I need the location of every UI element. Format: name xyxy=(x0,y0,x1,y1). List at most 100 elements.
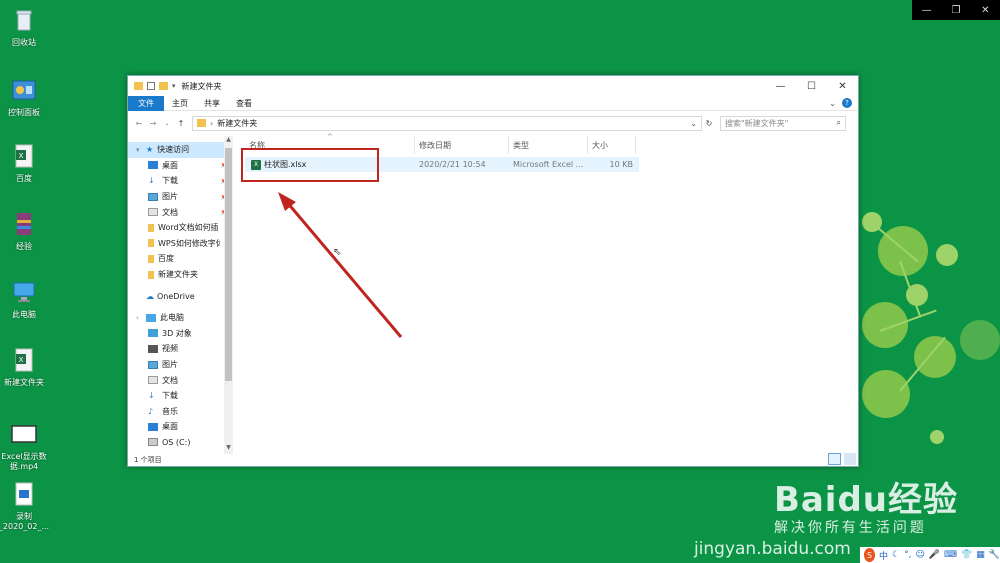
emoji-icon[interactable]: ☺ xyxy=(915,550,924,560)
nav-item-documents[interactable]: 文档 📌 xyxy=(128,204,233,220)
svg-text:X: X xyxy=(19,152,24,160)
nav-this-pc[interactable]: › 此电脑 xyxy=(128,310,233,326)
sogou-icon[interactable]: S xyxy=(864,548,875,562)
folder-icon xyxy=(148,270,154,279)
column-size[interactable]: 大小 xyxy=(588,136,636,154)
desktop-icon-baidu[interactable]: X 百度 xyxy=(0,142,54,184)
nav-scrollbar[interactable]: ▲ ▼ xyxy=(224,136,233,454)
nav-item-pictures[interactable]: 图片 xyxy=(128,357,233,373)
desktop-icon-label: 新建文件夹 xyxy=(4,378,44,387)
scroll-thumb[interactable] xyxy=(225,148,232,381)
properties-icon[interactable] xyxy=(147,82,155,90)
close-icon[interactable]: ✕ xyxy=(971,0,1000,20)
refresh-icon[interactable]: ↻ xyxy=(702,119,716,128)
nav-label: OneDrive xyxy=(157,291,195,301)
excel-file-icon: X xyxy=(11,142,37,170)
tab-share[interactable]: 共享 xyxy=(196,96,228,111)
nav-item-downloads[interactable]: ↓ 下载 xyxy=(128,388,233,404)
desktop-icon-recording[interactable]: 录制_2020_02_... xyxy=(0,480,54,532)
chevron-down-icon[interactable]: ⌄ xyxy=(690,119,697,128)
restore-icon[interactable]: ❐ xyxy=(941,0,970,20)
help-icon[interactable]: ? xyxy=(842,98,852,108)
nav-item-3d-objects[interactable]: 3D 对象 xyxy=(128,326,233,342)
desktop-icon-new-folder[interactable]: X 新建文件夹 xyxy=(0,346,54,388)
scroll-up-icon[interactable]: ▲ xyxy=(224,136,233,146)
new-folder-icon[interactable] xyxy=(159,82,168,90)
folder-icon xyxy=(148,223,154,232)
nav-item-drive-c[interactable]: OS (C:) xyxy=(128,435,233,451)
maximize-button[interactable]: ☐ xyxy=(796,76,827,96)
tab-file[interactable]: 文件 xyxy=(128,95,164,111)
expand-icon[interactable]: › xyxy=(136,314,146,322)
search-icon: ⌕ xyxy=(836,118,841,127)
item-count: 1 个项目 xyxy=(134,456,162,464)
chevron-down-icon[interactable]: ⌄ xyxy=(829,99,836,108)
address-row: ← → ⌄ ↑ › 新建文件夹 ⌄ ↻ 搜索"新建文件夹" ⌕ xyxy=(128,111,858,135)
desktop-icon-this-pc[interactable]: 此电脑 xyxy=(0,278,54,320)
minimize-button[interactable]: — xyxy=(765,76,796,96)
up-arrow-icon[interactable]: ↑ xyxy=(174,119,188,128)
desktop-icon-jingyan[interactable]: 经验 xyxy=(0,210,54,252)
back-arrow-icon[interactable]: ← xyxy=(132,119,146,128)
shirt-icon[interactable]: 👕 xyxy=(961,550,972,560)
tab-view[interactable]: 查看 xyxy=(228,96,260,111)
chevron-down-icon[interactable]: ▾ xyxy=(172,82,176,90)
grid-icon[interactable]: ▦ xyxy=(976,550,985,560)
nav-item-folder[interactable]: 新建文件夹 xyxy=(128,267,233,283)
desktop-icon-mp4[interactable]: Excel显示数据.mp4 xyxy=(0,420,54,472)
moon-icon[interactable]: ☾ xyxy=(892,550,900,560)
wrench-icon[interactable]: 🔧 xyxy=(989,550,1000,560)
nav-item-documents[interactable]: 文档 xyxy=(128,372,233,388)
desktop-icon-label: 此电脑 xyxy=(12,310,36,319)
nav-onedrive[interactable]: ☁ OneDrive xyxy=(128,288,233,304)
address-bar[interactable]: › 新建文件夹 ⌄ xyxy=(192,115,702,131)
keyboard-icon[interactable]: ⌨ xyxy=(944,550,957,560)
desktop-icon-control-panel[interactable]: 控制面板 xyxy=(0,76,54,118)
nav-item-music[interactable]: ♪ 音乐 xyxy=(128,404,233,420)
search-input[interactable]: 搜索"新建文件夹" ⌕ xyxy=(720,115,846,131)
system-tray: S 中 ☾ °, ☺ 🎤 ⌨ 👕 ▦ 🔧 xyxy=(860,547,1000,563)
forward-arrow-icon[interactable]: → xyxy=(146,119,160,128)
ime-mode[interactable]: 中 xyxy=(879,549,888,562)
pictures-icon xyxy=(148,192,158,201)
tab-home[interactable]: 主页 xyxy=(164,96,196,111)
minimize-icon[interactable]: — xyxy=(912,0,941,20)
content-area: ▾ ★ 快速访问 桌面 📌 ↓ 下载 📌 图片 📌 文档 xyxy=(128,133,858,454)
nav-item-videos[interactable]: 视频 xyxy=(128,341,233,357)
nav-quick-access[interactable]: ▾ ★ 快速访问 xyxy=(128,142,233,158)
nav-label: 下载 xyxy=(162,176,178,186)
column-type[interactable]: 类型 xyxy=(509,136,588,154)
desktop-icon-label: Excel显示数据.mp4 xyxy=(1,452,47,471)
nav-label: 视频 xyxy=(162,344,178,354)
nav-label: 桌面 xyxy=(162,422,178,432)
expand-icon[interactable]: ▾ xyxy=(136,146,146,154)
column-modified[interactable]: 修改日期 xyxy=(415,136,509,154)
drive-icon xyxy=(148,438,158,447)
nav-item-folder[interactable]: Word文档如何插 xyxy=(128,220,233,236)
desktop-icon-label: 经验 xyxy=(16,242,32,251)
deco-circle xyxy=(936,244,958,266)
view-toggle-tiles-icon[interactable] xyxy=(844,453,856,465)
nav-item-desktop[interactable]: 桌面 xyxy=(128,419,233,435)
documents-icon xyxy=(148,376,158,385)
deco-circle xyxy=(914,336,956,378)
close-button[interactable]: ✕ xyxy=(827,76,858,96)
scroll-down-icon[interactable]: ▼ xyxy=(224,444,233,454)
view-toggle-details-icon[interactable] xyxy=(828,453,841,465)
music-note-icon: ♪ xyxy=(148,406,154,416)
nav-item-desktop[interactable]: 桌面 📌 xyxy=(128,158,233,174)
desktop-icon-recycle-bin[interactable]: 回收站 xyxy=(0,6,54,48)
nav-item-downloads[interactable]: ↓ 下载 📌 xyxy=(128,173,233,189)
recent-chevron-icon[interactable]: ⌄ xyxy=(160,120,174,127)
nav-label: 文档 xyxy=(162,375,178,385)
breadcrumb[interactable]: 新建文件夹 xyxy=(217,118,257,129)
video-file-icon xyxy=(11,480,37,508)
nav-item-folder[interactable]: WPS如何修改字体 xyxy=(128,236,233,252)
computer-icon xyxy=(11,278,37,306)
desktop-icon xyxy=(148,161,158,170)
nav-item-pictures[interactable]: 图片 📌 xyxy=(128,189,233,205)
nav-label: 3D 对象 xyxy=(162,328,192,338)
punctuation-icon[interactable]: °, xyxy=(904,550,911,560)
nav-item-folder[interactable]: 百度 xyxy=(128,251,233,267)
microphone-icon[interactable]: 🎤 xyxy=(929,550,940,560)
